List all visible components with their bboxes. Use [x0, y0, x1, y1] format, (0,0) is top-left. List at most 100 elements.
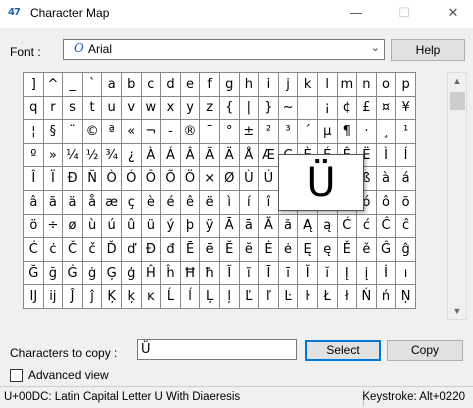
char-cell[interactable]: Đ — [141, 238, 162, 262]
char-cell[interactable]: Ğ — [24, 261, 44, 286]
char-cell[interactable]: Ħ — [180, 261, 201, 286]
char-cell[interactable]: Ñ — [82, 167, 103, 191]
char-cell[interactable]: - — [161, 120, 181, 144]
char-cell[interactable]: Ľ — [239, 285, 260, 309]
char-cell[interactable]: l — [317, 73, 338, 97]
char-cell[interactable]: t — [82, 96, 103, 121]
char-cell[interactable]: µ — [317, 120, 338, 144]
char-cell[interactable]: ¢ — [337, 96, 358, 121]
char-cell[interactable]: ć — [357, 214, 377, 239]
char-cell[interactable]: Õ — [161, 167, 181, 191]
char-cell[interactable]: ¾ — [102, 143, 122, 168]
char-cell[interactable]: ĩ — [239, 261, 260, 286]
char-cell[interactable]: ø — [63, 214, 83, 239]
char-cell[interactable]: ē — [200, 238, 220, 262]
char-cell[interactable]: ä — [63, 190, 83, 215]
char-cell[interactable]: ] — [24, 73, 44, 97]
char-cell[interactable]: ½ — [82, 143, 103, 168]
char-cell[interactable]: ď — [121, 238, 142, 262]
char-cell[interactable]: ² — [259, 120, 279, 144]
advanced-view-toggle[interactable]: Advanced view — [10, 368, 109, 382]
char-cell[interactable]: Â — [180, 143, 201, 168]
char-cell[interactable]: Ĳ — [24, 285, 44, 309]
char-cell[interactable]: č — [82, 238, 103, 262]
scroll-down-icon[interactable]: ▼ — [448, 303, 466, 319]
char-cell[interactable]: Ŀ — [278, 285, 299, 309]
char-cell[interactable]: è — [141, 190, 162, 215]
char-cell[interactable]: ė — [278, 238, 299, 262]
char-cell[interactable]: j — [278, 73, 299, 97]
char-cell[interactable]: Ă — [259, 214, 279, 239]
char-cell[interactable]: ^ — [43, 73, 64, 97]
char-cell[interactable]: ī — [278, 261, 299, 286]
char-cell[interactable]: ă — [278, 214, 299, 239]
char-cell[interactable]: Æ — [259, 143, 279, 168]
char-cell[interactable]: Ď — [102, 238, 122, 262]
char-cell[interactable]: Í — [396, 143, 416, 168]
char-cell[interactable]: ª — [102, 120, 122, 144]
close-button[interactable]: ✕ — [436, 0, 470, 28]
char-cell[interactable]: į — [357, 261, 377, 286]
scroll-thumb[interactable] — [450, 92, 465, 110]
char-cell[interactable]: ı — [396, 261, 416, 286]
char-cell[interactable]: ~ — [278, 96, 299, 121]
copy-button[interactable]: Copy — [387, 340, 463, 361]
char-cell[interactable]: m — [337, 73, 358, 97]
char-cell[interactable]: à — [376, 167, 397, 191]
char-cell[interactable]: × — [200, 167, 220, 191]
char-cell[interactable]: g — [219, 73, 240, 97]
char-cell[interactable]: À — [141, 143, 162, 168]
char-cell[interactable]: Ĺ — [161, 285, 181, 309]
char-cell[interactable]: ¸ — [376, 120, 397, 144]
char-cell[interactable]: ® — [180, 120, 201, 144]
char-cell[interactable]: þ — [180, 214, 201, 239]
char-cell[interactable]: û — [121, 214, 142, 239]
char-cell[interactable]: ļ — [219, 285, 240, 309]
char-cell[interactable]: Á — [161, 143, 181, 168]
char-cell[interactable]: Ń — [357, 285, 377, 309]
char-cell[interactable]: q — [24, 96, 44, 121]
char-cell[interactable]: ô — [376, 190, 397, 215]
char-cell[interactable]: Ĥ — [141, 261, 162, 286]
char-cell[interactable]: w — [141, 96, 162, 121]
char-cell[interactable]: ö — [24, 214, 44, 239]
char-cell[interactable]: k — [298, 73, 318, 97]
char-cell[interactable]: ë — [200, 190, 220, 215]
char-cell[interactable]: ģ — [121, 261, 142, 286]
char-cell[interactable]: £ — [357, 96, 377, 121]
char-cell[interactable]: v — [121, 96, 142, 121]
char-cell[interactable]: ú — [102, 214, 122, 239]
char-cell[interactable]: x — [161, 96, 181, 121]
char-cell[interactable]: ¥ — [396, 96, 416, 121]
char-cell[interactable]: d — [161, 73, 181, 97]
char-cell[interactable]: ¤ — [376, 96, 397, 121]
char-cell[interactable]: n — [357, 73, 377, 97]
char-cell[interactable]: ÿ — [200, 214, 220, 239]
char-cell[interactable]: Ě — [337, 238, 358, 262]
char-cell[interactable]: ì — [219, 190, 240, 215]
char-cell[interactable]: } — [259, 96, 279, 121]
char-cell[interactable]: Ú — [259, 167, 279, 191]
char-cell[interactable]: î — [259, 190, 279, 215]
char-cell[interactable]: ³ — [278, 120, 299, 144]
char-cell[interactable]: Ò — [102, 167, 122, 191]
char-cell[interactable]: é — [161, 190, 181, 215]
char-cell[interactable]: r — [43, 96, 64, 121]
char-cell[interactable]: Ė — [259, 238, 279, 262]
char-cell[interactable]: o — [376, 73, 397, 97]
char-cell[interactable]: º — [24, 143, 44, 168]
char-cell[interactable]: ā — [239, 214, 260, 239]
char-cell[interactable]: u — [102, 96, 122, 121]
char-cell[interactable]: ŀ — [298, 285, 318, 309]
char-cell[interactable]: ¦ — [24, 120, 44, 144]
char-cell[interactable]: ą — [317, 214, 338, 239]
char-cell[interactable]: İ — [376, 261, 397, 286]
char-cell[interactable]: Ã — [200, 143, 220, 168]
char-cell[interactable]: ù — [82, 214, 103, 239]
char-cell[interactable]: z — [200, 96, 220, 121]
char-cell[interactable]: Ø — [219, 167, 240, 191]
char-cell[interactable]: ĵ — [82, 285, 103, 309]
char-cell[interactable]: ± — [239, 120, 260, 144]
char-cell[interactable]: ń — [376, 285, 397, 309]
char-cell[interactable]: ¶ — [337, 120, 358, 144]
